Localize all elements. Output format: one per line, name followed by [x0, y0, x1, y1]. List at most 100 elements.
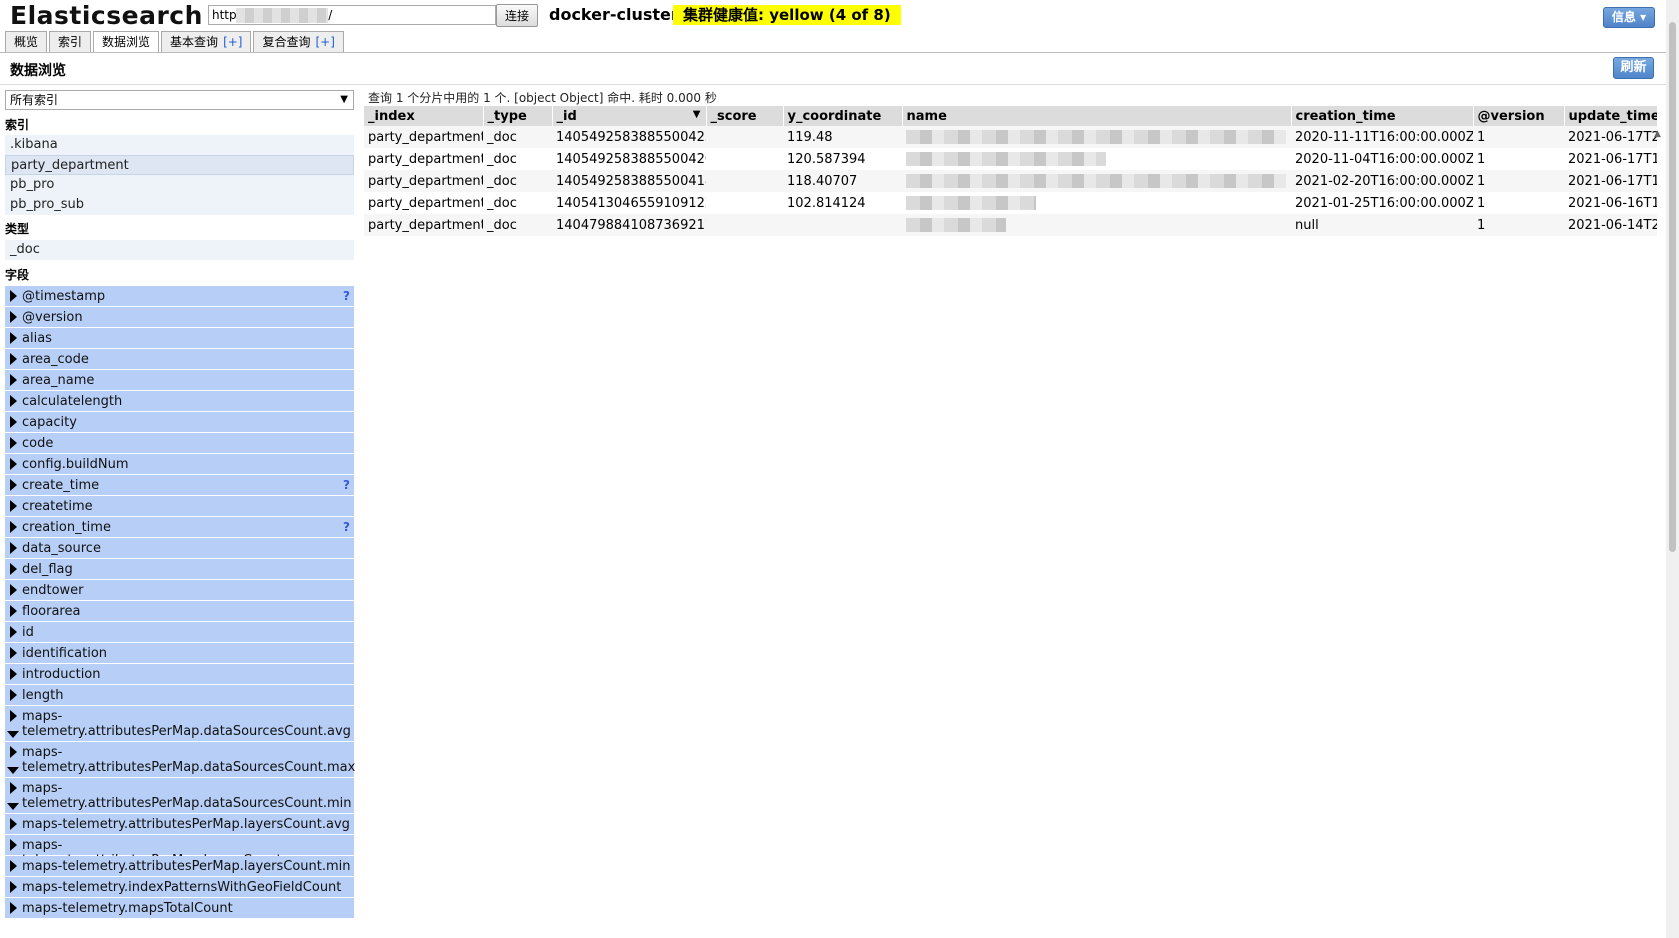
field-item[interactable]: endtower [5, 580, 354, 600]
redacted-value [906, 152, 1106, 166]
table-cell [902, 214, 1291, 236]
collapse-triangle-icon [7, 731, 19, 738]
index-item[interactable]: .kibana [5, 135, 354, 155]
field-item[interactable]: maps-telemetry.attributesPerMap.layersCo… [5, 814, 354, 834]
field-item[interactable]: maps-telemetry.indexPatternsWithGeoField… [5, 877, 354, 897]
field-item[interactable]: create_time? [5, 475, 354, 495]
column-header-label: _index [368, 108, 415, 124]
table-row[interactable]: party_department _doc 1405492583885500420 1… [364, 148, 1657, 170]
scroll-up-icon[interactable]: ▲ [1654, 129, 1661, 139]
field-item[interactable]: length [5, 685, 354, 705]
index-item[interactable]: pb_pro [5, 175, 354, 195]
field-item[interactable]: @timestamp? [5, 286, 354, 306]
index-item[interactable]: pb_pro_sub [5, 195, 354, 215]
expand-triangle-icon [10, 332, 17, 344]
table-cell: 118.40707 [783, 170, 902, 192]
index-select[interactable]: 所有索引 ▼ [5, 90, 354, 110]
field-label: maps- [22, 709, 63, 724]
connect-button[interactable]: 连接 [496, 4, 538, 27]
column-header[interactable]: name [902, 106, 1292, 126]
field-item[interactable]: del_flag [5, 559, 354, 579]
expand-triangle-icon [10, 839, 17, 851]
field-item[interactable]: maps-telemetry.attributesPerMap.layersCo… [5, 835, 354, 868]
help-icon[interactable]: ? [343, 478, 350, 493]
table-cell [902, 148, 1291, 170]
table-row[interactable]: party_department _doc 1405492583885500418 1… [364, 170, 1657, 192]
table-cell: null [1291, 214, 1473, 236]
column-header[interactable]: _id ▼ [552, 106, 707, 126]
field-item[interactable]: maps-telemetry.attributesPerMap.dataSour… [5, 778, 354, 813]
refresh-button[interactable]: 刷新 [1613, 57, 1654, 79]
field-item[interactable]: area_name [5, 370, 354, 390]
table-cell: party_department [364, 214, 483, 236]
redacted-value [906, 174, 1286, 188]
field-label: create_time [22, 478, 100, 493]
table-cell: 102.814124 [783, 192, 902, 214]
add-tab-link[interactable]: [+] [223, 35, 242, 49]
field-item[interactable]: id [5, 622, 354, 642]
field-item[interactable]: createtime [5, 496, 354, 516]
results-table: _index _type _id ▼ _score y_coordinate name cre… [364, 106, 1657, 236]
column-header[interactable]: creation_time [1291, 106, 1474, 126]
field-label: alias [22, 331, 52, 346]
table-cell [902, 192, 1291, 214]
field-item[interactable]: calculatelength [5, 391, 354, 411]
table-row[interactable]: party_department _doc 1405413046559109122 1… [364, 192, 1657, 214]
table-cell: 2021-02-20T16:00:00.000Z [1291, 170, 1473, 192]
expand-triangle-icon [10, 458, 17, 470]
field-item[interactable]: maps-telemetry.attributesPerMap.dataSour… [5, 742, 355, 777]
field-item[interactable]: code [5, 433, 354, 453]
column-header[interactable]: _index [364, 106, 484, 126]
cluster-name: docker-cluster [549, 5, 679, 24]
field-label: identification [22, 646, 108, 661]
field-item[interactable]: creation_time? [5, 517, 354, 537]
expand-triangle-icon [10, 563, 17, 575]
field-item[interactable]: maps-telemetry.attributesPerMap.dataSour… [5, 706, 354, 741]
table-row[interactable]: party_department _doc 1404798841087369217 n… [364, 214, 1657, 236]
tab-data-browse[interactable]: 数据浏览 [93, 31, 160, 53]
field-item[interactable]: floorarea [5, 601, 354, 621]
field-item[interactable]: alias [5, 328, 354, 348]
tab-indices[interactable]: 索引 [49, 31, 92, 52]
results-table-container: _index _type _id ▼ _score y_coordinate name cre… [364, 106, 1657, 236]
column-header[interactable]: update_time [1564, 106, 1657, 126]
tab-basic-query[interactable]: 基本查询 [+] [161, 31, 252, 52]
table-cell: 2021-06-14T2 [1564, 214, 1657, 236]
field-item[interactable]: @version [5, 307, 354, 327]
column-header[interactable]: _score [706, 106, 784, 126]
tab-overview[interactable]: 概览 [5, 31, 48, 52]
field-item[interactable]: maps-telemetry.attributesPerMap.layersCo… [5, 856, 354, 876]
info-menu-button[interactable]: 信息 ▾ [1603, 7, 1655, 28]
field-item[interactable]: data_source [5, 538, 354, 558]
field-item[interactable]: config.buildNum [5, 454, 354, 474]
collapse-triangle-icon [7, 767, 19, 774]
add-tab-link[interactable]: [+] [316, 35, 335, 49]
column-header[interactable]: y_coordinate [783, 106, 903, 126]
expand-triangle-icon [10, 479, 17, 491]
table-cell: 1405413046559109122 [552, 192, 706, 214]
column-header[interactable]: _type [483, 106, 553, 126]
table-cell [902, 126, 1291, 148]
field-item[interactable]: introduction [5, 664, 354, 684]
table-cell: _doc [483, 192, 552, 214]
table-row[interactable]: party_department _doc 1405492583885500423 1… [364, 126, 1657, 148]
help-icon[interactable]: ? [343, 289, 350, 304]
field-item[interactable]: area_code [5, 349, 354, 369]
table-cell: 120.587394 [783, 148, 902, 170]
scrollbar-thumb[interactable] [1669, 22, 1676, 552]
expand-triangle-icon [10, 782, 17, 794]
table-cell: 2021-06-16T1 [1564, 192, 1657, 214]
page-scrollbar[interactable] [1666, 0, 1679, 938]
field-label: maps-telemetry.attributesPerMap.layersCo… [22, 859, 351, 874]
field-item[interactable]: capacity [5, 412, 354, 432]
expand-triangle-icon [10, 290, 17, 302]
help-icon[interactable]: ? [343, 520, 350, 535]
column-header[interactable]: @version [1473, 106, 1565, 126]
column-header-label: creation_time [1295, 108, 1396, 124]
field-item[interactable]: identification [5, 643, 354, 663]
index-item[interactable]: party_department [5, 155, 354, 175]
tab-compound-query[interactable]: 复合查询 [+] [253, 31, 344, 52]
field-item[interactable]: maps-telemetry.mapsTotalCount [5, 898, 354, 918]
type-item[interactable]: _doc [5, 240, 354, 260]
tab-label: 索引 [58, 35, 83, 49]
